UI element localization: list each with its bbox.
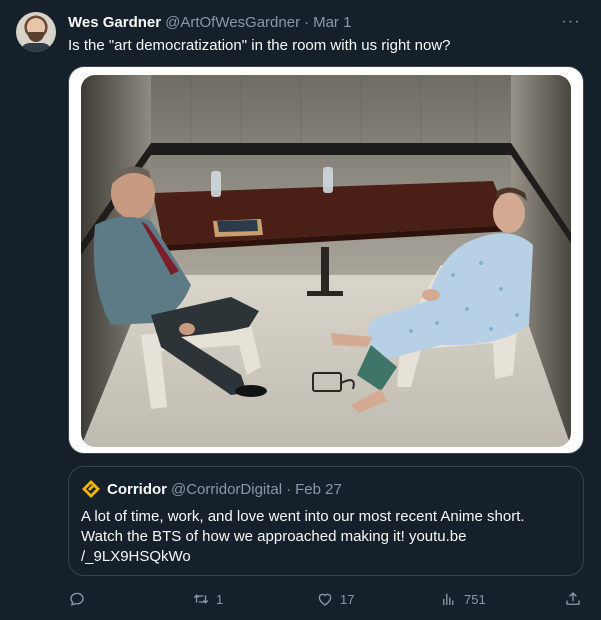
tweet[interactable]: Wes Gardner @ArtOfWesGardner · Mar 1 ···… <box>0 0 601 620</box>
corridor-logo-icon[interactable] <box>81 479 101 499</box>
interrogation-room-image <box>81 75 571 447</box>
quote-tweet[interactable]: Corridor @CorridorDigital · Feb 27 A lot… <box>68 466 584 576</box>
author-handle[interactable]: @ArtOfWesGardner <box>165 14 300 31</box>
quote-author-handle[interactable]: @CorridorDigital <box>171 481 282 498</box>
tweet-media[interactable] <box>68 66 584 454</box>
share-icon <box>566 592 580 605</box>
views-button[interactable]: 751 <box>440 588 486 610</box>
retweet-icon <box>193 594 209 604</box>
like-count: 17 <box>340 591 355 607</box>
views-count: 751 <box>464 591 486 607</box>
retweet-button[interactable]: 1 <box>192 588 223 610</box>
reply-button[interactable] <box>68 588 92 610</box>
tweet-date[interactable]: Mar 1 <box>313 14 351 31</box>
more-label: ··· <box>561 13 581 30</box>
quote-header: Corridor @CorridorDigital · Feb 27 <box>81 479 342 499</box>
tweet-header: Wes Gardner @ArtOfWesGardner · Mar 1 <box>68 12 351 32</box>
tweet-text: Is the "art democratization" in the room… <box>68 37 451 54</box>
avatar[interactable] <box>16 12 56 52</box>
retweet-count: 1 <box>216 591 224 607</box>
quote-separator-dot: · <box>286 480 292 498</box>
action-bar: 1 17 751 <box>68 588 588 610</box>
more-icon[interactable]: ··· <box>559 12 583 32</box>
avatar-beard <box>28 32 44 42</box>
like-button[interactable]: 17 <box>316 588 354 610</box>
author-name[interactable]: Wes Gardner <box>68 14 161 31</box>
quote-author-name[interactable]: Corridor <box>107 481 167 498</box>
separator-dot: · <box>304 13 310 31</box>
quote-text: A lot of time, work, and love went into … <box>81 508 525 565</box>
avatar-shirt <box>20 43 52 52</box>
interrogation-room-illustration <box>81 75 571 447</box>
like-icon <box>318 593 332 606</box>
quote-date[interactable]: Feb 27 <box>295 481 342 498</box>
share-button[interactable] <box>564 588 582 610</box>
reply-icon <box>70 592 84 606</box>
views-icon <box>443 593 454 605</box>
